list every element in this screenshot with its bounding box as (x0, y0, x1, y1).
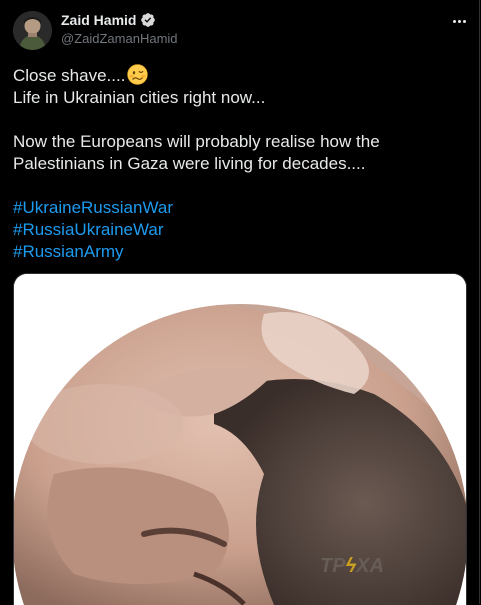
tweet-card: Zaid Hamid @ZaidZamanHamid Close shave..… (0, 0, 480, 605)
watermark-text-left: TP (320, 555, 346, 577)
tweet-media-video[interactable]: TPϟXA (13, 273, 467, 605)
tweet-line: Now the Europeans will probably realise … (13, 132, 380, 151)
author-avatar[interactable] (13, 11, 52, 50)
watermark-text-right: XA (356, 555, 384, 577)
author-name-row: Zaid Hamid (61, 12, 156, 28)
hashtag-link[interactable]: #RussianArmy (13, 241, 465, 263)
video-watermark: TPϟXA (320, 555, 384, 578)
tweet-line-text: Close shave.... (13, 66, 126, 85)
more-options-icon[interactable] (448, 10, 470, 32)
author-display-name[interactable]: Zaid Hamid (61, 12, 136, 28)
tweet-line: Palestinians in Gaza were living for dec… (13, 154, 366, 173)
tweet-text: Close shave.... Life in Ukrainian cities… (13, 64, 465, 263)
verified-badge-icon (141, 13, 156, 27)
more-dot (452, 19, 456, 23)
avatar-image (13, 11, 52, 50)
watermark-bolt: ϟ (345, 555, 357, 577)
video-frame-image (14, 274, 466, 605)
hashtag-link[interactable]: #UkraineRussianWar (13, 197, 465, 219)
hashtag-link[interactable]: #RussiaUkraineWar (13, 219, 465, 241)
more-dot (462, 19, 466, 23)
tweet-line: Close shave.... (13, 64, 465, 87)
more-dot (457, 19, 461, 23)
tweet-line: Life in Ukrainian cities right now... (13, 88, 266, 107)
woozy-face-emoji (127, 64, 149, 85)
author-handle[interactable]: @ZaidZamanHamid (61, 31, 178, 46)
